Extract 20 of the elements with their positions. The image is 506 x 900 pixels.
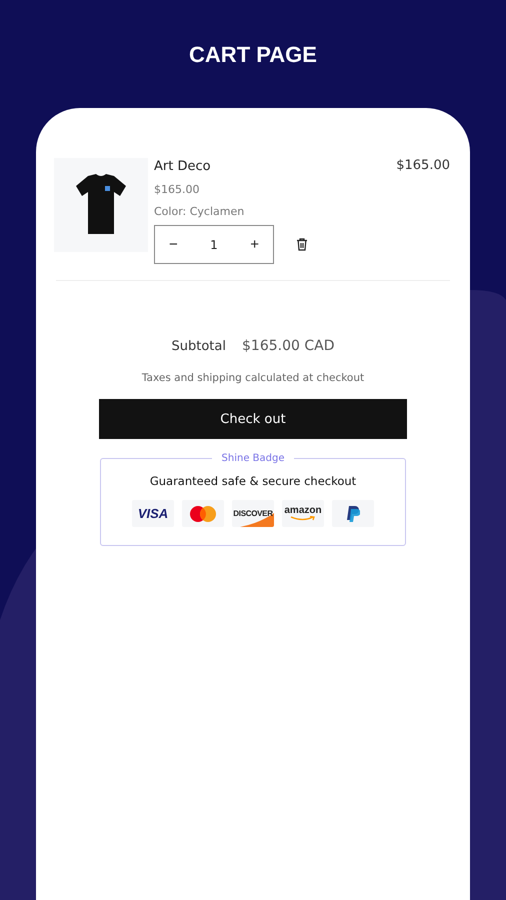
- badge-legend: Shine Badge: [212, 453, 294, 464]
- product-name[interactable]: Art Deco: [154, 158, 390, 176]
- trash-icon[interactable]: [296, 238, 308, 251]
- badge-heading: Guaranteed safe & secure checkout: [148, 474, 358, 488]
- discover-logo: DISCOVER: [232, 500, 274, 527]
- decrease-button[interactable]: −: [155, 236, 192, 253]
- mastercard-logo: [182, 500, 224, 527]
- line-total: $165.00: [396, 158, 450, 175]
- paypal-logo: [332, 500, 374, 527]
- page-title: CART PAGE: [189, 42, 317, 69]
- unit-price: $165.00: [154, 182, 200, 198]
- amazon-logo: amazon: [282, 500, 324, 527]
- tax-note: Taxes and shipping calculated at checkout: [142, 372, 364, 384]
- visa-logo: VISA: [132, 500, 174, 527]
- increase-button[interactable]: +: [236, 236, 273, 253]
- subtotal-label: Subtotal: [172, 339, 226, 354]
- subtotal-value: $165.00 CAD: [242, 338, 334, 354]
- variant-label: Color: Cyclamen: [154, 204, 246, 220]
- checkout-button[interactable]: Check out: [99, 399, 407, 439]
- quantity-value[interactable]: 1: [210, 238, 218, 252]
